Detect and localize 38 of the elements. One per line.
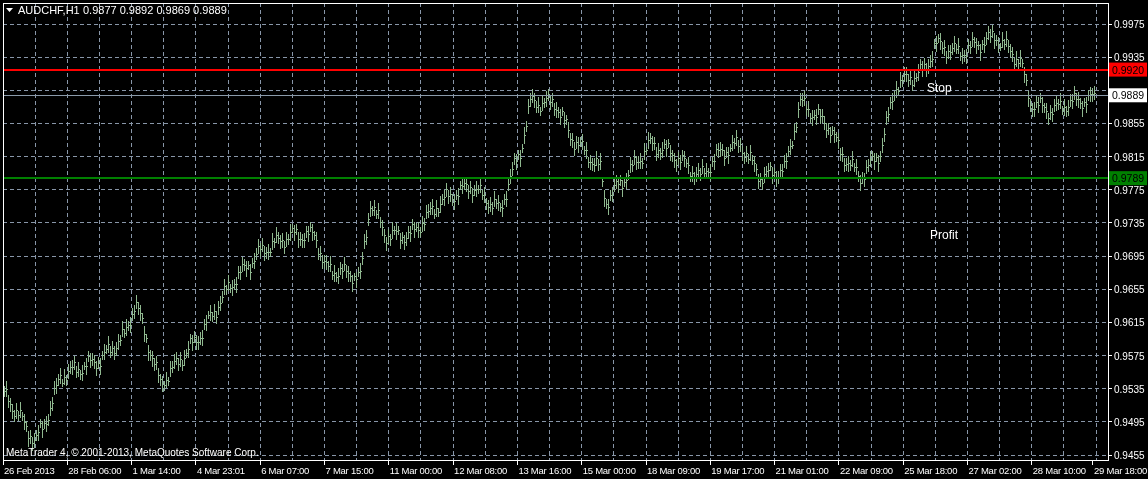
price-label: 0.9615: [1114, 317, 1145, 329]
dropdown-triangle-icon[interactable]: [6, 8, 13, 12]
price-tag-text: 0.9920: [1112, 63, 1145, 76]
time-label: 22 Mar 09:00: [839, 465, 893, 476]
price-label: 0.9775: [1114, 184, 1145, 196]
price-label: 0.9695: [1114, 251, 1145, 263]
time-label: 6 Mar 07:00: [261, 465, 310, 476]
time-label: 15 Mar 00:00: [582, 465, 636, 476]
time-label: 25 Mar 18:00: [904, 465, 958, 476]
price-label: 0.9815: [1114, 151, 1145, 163]
price-label: 0.9855: [1114, 118, 1145, 130]
price-label: 0.9495: [1114, 416, 1145, 428]
time-label: 4 Mar 23:01: [196, 465, 245, 476]
price-tag-text: 0.9789: [1112, 172, 1145, 185]
time-label: 27 Mar 02:00: [968, 465, 1022, 476]
time-label: 18 Mar 09:00: [647, 465, 700, 476]
price-label: 0.9975: [1114, 19, 1145, 30]
time-label: 26 Feb 2013: [4, 465, 55, 476]
price-tag-text: 0.9889: [1112, 89, 1145, 102]
price-label: 0.9575: [1114, 350, 1145, 362]
price-label: 0.9455: [1114, 450, 1145, 461]
symbol-label: AUDCHF,H1: [18, 4, 80, 16]
ohlc-values: 0.9877 0.9892 0.9869 0.9889: [83, 4, 227, 16]
time-label: 7 Mar 15:00: [325, 465, 374, 476]
time-label: 11 Mar 00:00: [389, 465, 443, 476]
time-label: 28 Feb 06:00: [68, 465, 122, 476]
time-label: 19 Mar 17:00: [711, 465, 765, 476]
price-label: 0.9535: [1114, 383, 1145, 395]
time-label: 28 Mar 10:00: [1032, 465, 1086, 476]
time-label: 29 Mar 18:00: [1094, 465, 1147, 476]
price-label: 0.9935: [1114, 52, 1145, 64]
time-label: 21 Mar 01:00: [775, 465, 829, 476]
time-label: 1 Mar 14:00: [132, 465, 181, 476]
time-label: 12 Mar 08:00: [454, 465, 508, 476]
price-label: 0.9655: [1114, 284, 1145, 296]
time-label: 13 Mar 16:00: [518, 465, 572, 476]
chart-annotation: Profit: [930, 228, 958, 242]
price-label: 0.9735: [1114, 217, 1145, 229]
